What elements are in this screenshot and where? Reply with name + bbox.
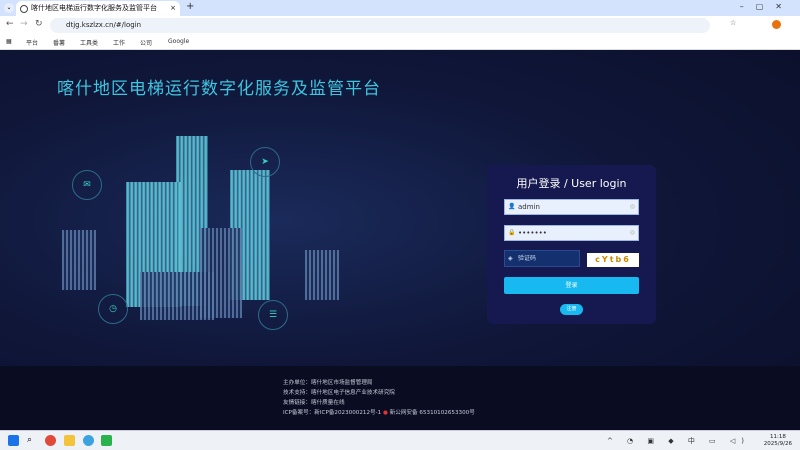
time: 11:18 [769,434,786,440]
footer-links[interactable]: 友情链接：喀什质量在线 [283,398,345,406]
login-panel: 用户登录 / User login 👤 admin ◎ 🔒 ••••••• ◎ ◈ 验证码… [487,165,656,324]
footer-support: 技术支持：喀什地区电子信息产业技术研究院 [283,390,395,396]
forward-icon[interactable]: → [20,19,28,29]
icp-text[interactable]: ICP备案号：新ICP备2023000212号-1 [283,410,381,416]
building [140,272,214,320]
back-icon[interactable]: ← [6,19,14,29]
footer-host: 主办单位：喀什地区市场监督管理局 [283,380,373,386]
bookmark-0[interactable]: 平台 [26,38,38,47]
tab-active[interactable]: 喀什地区电梯运行数字化服务及监管平台 × [16,1,180,16]
police-text[interactable]: 新公网安备 65310102653300号 [390,410,475,416]
lock-icon: 🔒 [508,229,516,236]
settings-icon: ☰ [258,300,288,330]
captcha-input[interactable]: ◈ 验证码 [504,250,580,267]
globe-icon [20,5,28,13]
chrome-icon[interactable] [45,435,56,446]
bookmark-5[interactable]: Google [168,38,189,45]
close-tab-icon[interactable]: × [170,1,176,16]
footer-icp[interactable]: ICP备案号：新ICP备2023000212号-1 ● 新公网安备 653101… [283,408,475,416]
date: 2025/9/26 [763,441,792,447]
check-icon: ◎ [629,229,635,236]
bookmark-2[interactable]: 工具类 [80,38,98,47]
username-input[interactable]: 👤 admin ◎ [504,199,639,215]
window-controls[interactable]: –▢✕ [740,2,794,11]
building [62,230,96,290]
apps-icon[interactable]: ▦ [6,38,12,45]
clock-icon: ◷ [98,294,128,324]
app-icon[interactable] [83,435,94,446]
tab-bar: ⌄ 喀什地区电梯运行数字化服务及监管平台 × + –▢✕ [0,0,800,16]
address-bar-row: ← → ↻ dtjg.kszlzx.cn/#/login ☆ [0,16,800,35]
check-icon: ◎ [629,203,635,210]
bookmarks-bar: ▦ 平台 番薯 工具类 工作 公司 Google [0,35,800,50]
password-value: ••••••• [518,229,547,237]
login-heading: 用户登录 / User login [516,177,627,190]
bookmark-4[interactable]: 公司 [140,38,152,47]
captcha-placeholder: 验证码 [518,255,537,262]
tab-search-button[interactable]: ⌄ [4,3,14,13]
tab-title: 喀什地区电梯运行数字化服务及监管平台 [31,4,157,12]
taskbar: ⌕ ^ ◔ ▣ ◆ 中 ▭ ◁) 11:18 2025/9/26 [0,430,800,450]
user-icon: 👤 [508,203,516,210]
send-icon: ➤ [250,147,280,177]
footer: 主办单位：喀什地区市场监督管理局 技术支持：喀什地区电子信息产业技术研究院 友情… [0,366,800,430]
bookmark-3[interactable]: 工作 [113,38,125,47]
login-button[interactable]: 登录 [504,277,639,294]
password-input[interactable]: 🔒 ••••••• ◎ [504,225,639,241]
clock[interactable]: 11:18 2025/9/26 [764,434,792,448]
police-badge-icon: ● [382,410,388,416]
shield-icon: ◈ [508,255,513,262]
search-icon[interactable]: ⌕ [27,435,38,446]
mail-icon: ✉ [72,170,102,200]
ime-indicator[interactable]: 中 [688,437,701,445]
wechat-icon[interactable] [101,435,112,446]
star-icon[interactable]: ☆ [730,19,736,27]
page-title: 喀什地区电梯运行数字化服务及监管平台 [57,79,381,99]
username-value: admin [518,203,540,211]
system-tray[interactable]: ^ ◔ ▣ ◆ 中 ▭ ◁) [607,436,750,446]
profile-avatar[interactable] [772,20,781,29]
bookmark-1[interactable]: 番薯 [53,38,65,47]
captcha-image[interactable]: cYtb6 [587,253,639,267]
file-explorer-icon[interactable] [64,435,75,446]
reload-icon[interactable]: ↻ [35,19,43,29]
windows-start-icon[interactable] [8,435,19,446]
register-button[interactable]: 注册 [560,304,583,315]
building [305,250,339,300]
url-input[interactable]: dtjg.kszlzx.cn/#/login [50,18,710,33]
new-tab-button[interactable]: + [186,1,194,12]
login-page: 喀什地区电梯运行数字化服务及监管平台 ✉ ➤ ◷ ☰ 用户登录 / User l… [0,50,800,430]
